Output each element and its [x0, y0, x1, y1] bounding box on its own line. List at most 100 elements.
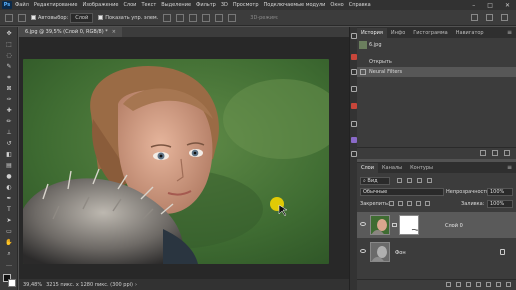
blur-icon[interactable]: ●: [5, 173, 13, 181]
stamp-icon[interactable]: ⊥: [5, 129, 13, 137]
layer-row[interactable]: Фон: [357, 239, 516, 265]
eye-icon[interactable]: [360, 249, 366, 253]
autoselect-option[interactable]: Автовыбор: Слой: [31, 12, 94, 23]
shape-filter-icon[interactable]: [427, 178, 432, 183]
link-layers-icon[interactable]: [446, 282, 451, 287]
show-controls-option[interactable]: Показать упр. элем.: [98, 15, 158, 21]
lock-all-icon[interactable]: [425, 201, 430, 206]
layer-name[interactable]: Фон: [395, 250, 406, 256]
autoselect-checkbox[interactable]: [31, 15, 36, 20]
eraser-icon[interactable]: ◧: [5, 151, 13, 159]
pen-icon[interactable]: ✒: [5, 195, 13, 203]
fx-icon[interactable]: [456, 282, 461, 287]
camera-icon[interactable]: [492, 150, 498, 156]
menu-select[interactable]: Выделение: [161, 2, 191, 8]
lock-pixels-icon[interactable]: [389, 201, 394, 206]
close-icon[interactable]: ✕: [505, 2, 510, 9]
fill-input[interactable]: 100%: [487, 200, 513, 208]
zoom-level[interactable]: 39,48%: [23, 282, 42, 288]
quick-select-icon[interactable]: ✎: [5, 63, 13, 71]
workspace-icon[interactable]: [486, 14, 493, 21]
close-tab-icon[interactable]: ×: [112, 29, 116, 35]
menu-window[interactable]: Окно: [330, 2, 343, 8]
lock-paint-icon[interactable]: [398, 201, 403, 206]
maximize-icon[interactable]: □: [487, 2, 493, 9]
align-center-icon[interactable]: [176, 13, 185, 22]
align-right-icon[interactable]: [189, 13, 198, 22]
tab-info[interactable]: Инфо: [387, 28, 409, 38]
layer-row-active[interactable]: Слой 0: [357, 212, 516, 238]
dodge-icon[interactable]: ◐: [5, 184, 13, 192]
tab-channels[interactable]: Каналы: [378, 163, 406, 173]
crop-icon[interactable]: ⌗: [5, 74, 13, 82]
zoom-icon[interactable]: ⌕: [5, 250, 13, 258]
background-color-swatch[interactable]: [8, 279, 16, 287]
document-photo[interactable]: [23, 59, 329, 264]
share-icon[interactable]: [501, 14, 508, 21]
history-snapshot[interactable]: 6.jpg: [357, 40, 516, 50]
menu-layers[interactable]: Слои: [123, 2, 136, 8]
align-top-icon[interactable]: [202, 13, 211, 22]
blend-mode-dropdown[interactable]: Обычные: [360, 188, 444, 196]
menu-file[interactable]: Файл: [15, 2, 29, 8]
frame-icon[interactable]: ⊠: [5, 85, 13, 93]
history-item[interactable]: Открыть: [357, 57, 516, 67]
new-layer-icon[interactable]: [496, 282, 501, 287]
lasso-icon[interactable]: ◌: [5, 52, 13, 60]
more-tools-icon[interactable]: …: [5, 261, 13, 269]
new-document-icon[interactable]: [480, 150, 486, 156]
align-left-icon[interactable]: [163, 13, 172, 22]
hand-icon[interactable]: ✋: [5, 239, 13, 247]
more-options-icon[interactable]: [228, 13, 237, 22]
marquee-icon[interactable]: ⬚: [5, 41, 13, 49]
move-tool-preset-icon[interactable]: [5, 13, 13, 22]
layer-filter-dropdown[interactable]: ⌕ Вид: [360, 177, 390, 185]
show-controls-checkbox[interactable]: [98, 15, 104, 20]
shape-icon[interactable]: ▭: [5, 228, 13, 236]
layer-mask-thumbnail[interactable]: [399, 215, 419, 235]
search-icon[interactable]: [471, 14, 478, 21]
menu-filter[interactable]: Фильтр: [196, 2, 216, 8]
gradient-icon[interactable]: ▤: [5, 162, 13, 170]
home-icon[interactable]: [18, 13, 26, 22]
menu-image[interactable]: Изображение: [82, 2, 118, 8]
tab-histogram[interactable]: Гистограмма: [409, 28, 452, 38]
adjustment-filter-icon[interactable]: [407, 178, 412, 183]
autoselect-dropdown[interactable]: Слой: [70, 12, 94, 23]
adjustment-layer-icon[interactable]: [476, 282, 481, 287]
trash-icon[interactable]: [504, 150, 510, 156]
eyedropper-icon[interactable]: ✑: [5, 96, 13, 104]
tab-history[interactable]: История: [357, 28, 387, 38]
lock-position-icon[interactable]: [407, 201, 412, 206]
menu-plugins[interactable]: Подключаемые модули: [264, 2, 326, 8]
type-filter-icon[interactable]: [417, 178, 422, 183]
layer-name[interactable]: Слой 0: [445, 223, 463, 229]
link-icon[interactable]: [392, 223, 397, 227]
path-select-icon[interactable]: ➤: [5, 217, 13, 225]
status-chevron-icon[interactable]: ›: [135, 282, 137, 288]
align-middle-icon[interactable]: [215, 13, 224, 22]
menu-3d[interactable]: 3D: [221, 2, 228, 8]
minimize-icon[interactable]: –: [472, 2, 475, 9]
trash-icon[interactable]: [506, 282, 511, 287]
document-tab[interactable]: 6.jpg @ 39,5% (Слой 0, RGB/8) * ×: [19, 27, 122, 37]
history-item-active[interactable]: Neural Filters: [357, 67, 516, 77]
opacity-input[interactable]: 100%: [487, 188, 513, 196]
lock-artboard-icon[interactable]: [416, 201, 421, 206]
menu-help[interactable]: Справка: [349, 2, 371, 8]
group-icon[interactable]: [486, 282, 491, 287]
menu-view[interactable]: Просмотр: [233, 2, 259, 8]
tab-layers[interactable]: Слои: [357, 163, 378, 173]
pixel-filter-icon[interactable]: [397, 178, 402, 183]
history-brush-icon[interactable]: ↺: [5, 140, 13, 148]
type-icon[interactable]: T: [5, 206, 13, 214]
tab-paths[interactable]: Контуры: [406, 163, 437, 173]
brush-icon[interactable]: ✏: [5, 118, 13, 126]
menu-edit[interactable]: Редактирование: [34, 2, 78, 8]
move-icon[interactable]: ✥: [5, 30, 13, 38]
healing-icon[interactable]: ✚: [5, 107, 13, 115]
panel-menu-icon[interactable]: ≡: [507, 28, 512, 38]
menu-type[interactable]: Текст: [141, 2, 156, 8]
mask-icon[interactable]: [466, 282, 471, 287]
tab-navigator[interactable]: Навигатор: [452, 28, 488, 38]
